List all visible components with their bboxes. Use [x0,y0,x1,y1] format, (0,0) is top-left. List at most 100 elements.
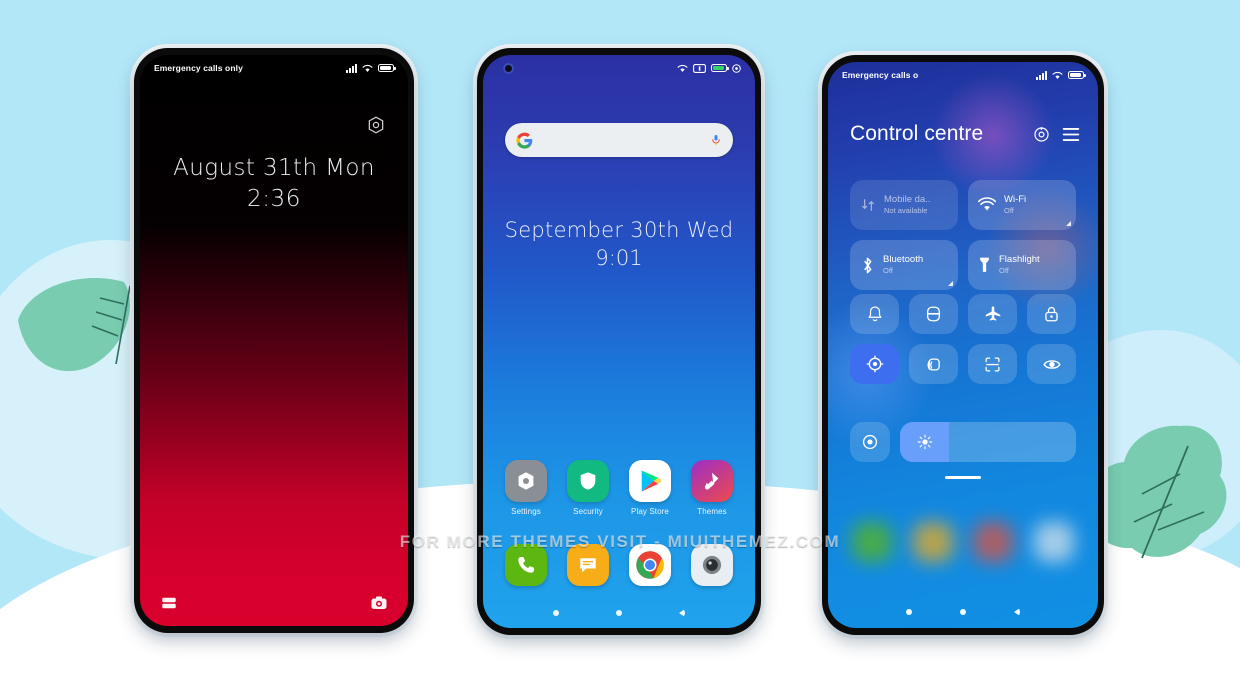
app-themes[interactable]: Themes [686,460,738,516]
sim-icon [693,63,706,73]
brightness-fill [900,422,950,462]
shield-icon [567,460,609,502]
app-label: Themes [697,507,727,516]
lockscreen-time: 2:36 [246,186,302,212]
tile-screen-record[interactable] [850,422,890,462]
tile-label: Flashlight [999,254,1040,266]
phone-control-centre[interactable]: Emergency calls o Control centre Mobile … [822,55,1104,635]
battery-icon [711,64,729,72]
control-centre-display[interactable]: Emergency calls o Control centre Mobile … [828,62,1098,628]
tile-bluetooth[interactable]: Bluetooth Off [850,240,958,290]
tile-airplane-mode[interactable] [968,294,1017,334]
chrome-icon[interactable] [629,544,671,586]
tile-battery-saver[interactable] [909,294,958,334]
app-play-store[interactable]: Play Store [624,460,676,516]
homescreen-status-bar [483,55,755,81]
camera-icon[interactable] [370,594,388,612]
app-grid-row: Settings Security Play Store Themes [483,460,755,516]
phone-homescreen[interactable]: September 30th Wed 9:01 Settings Securit… [477,48,761,635]
nav-back-icon[interactable] [679,609,685,617]
homescreen-clock: September 30th Wed 9:01 [483,218,755,270]
page-indicator [483,609,755,617]
nav-back-icon[interactable] [1014,608,1020,616]
leaf-icon-left [18,278,131,372]
themes-icon [691,460,733,502]
tile-label: Wi-Fi [1004,194,1027,206]
page-title: Control centre [850,122,984,145]
screen-record-icon [862,434,878,450]
tile-expand-icon[interactable] [948,281,953,286]
secondary-toggle-grid [850,294,1076,384]
settings-hex-icon[interactable] [366,115,386,135]
page-dot[interactable] [616,610,622,616]
settings-icon[interactable] [1033,126,1050,143]
bluetooth-icon [864,257,872,273]
tile-state: Not available [884,206,928,216]
mobile-data-icon [862,199,874,211]
tile-label: Mobile da.. [884,194,931,206]
homescreen-time: 9:01 [595,246,643,270]
carrier-label: Emergency calls o [842,70,919,80]
tile-silent[interactable] [850,294,899,334]
lockscreen-clock: August 31th Mon 2:36 [140,155,408,212]
nav-indicator [828,608,1098,616]
brightness-icon [917,434,932,450]
phone-lockscreen[interactable]: Emergency calls only August 31th Mon 2:3… [134,48,414,633]
phone-icon[interactable] [505,544,547,586]
tile-flashlight[interactable]: Flashlight Off [968,240,1076,290]
tile-location[interactable] [850,344,899,384]
eye-icon [1042,359,1061,369]
brightness-slider[interactable] [900,422,1076,462]
leaf-icon-right [1092,425,1227,559]
app-settings[interactable]: Settings [500,460,552,516]
quick-toggle-tiles: Mobile da.. Not available Wi-Fi Off Blue… [850,180,1076,290]
signal-icon [346,63,357,73]
lockscreen-status-bar: Emergency calls only [140,55,408,81]
google-g-icon [516,132,533,149]
page-dot[interactable] [960,609,966,615]
tile-expand-icon[interactable] [1066,221,1071,226]
tile-state: Off [999,266,1009,276]
tile-reading-mode[interactable] [1027,344,1076,384]
status-icons [346,63,396,73]
tile-wifi[interactable]: Wi-Fi Off [968,180,1076,230]
status-icons [1036,70,1086,80]
wallet-icon[interactable] [160,594,178,612]
homescreen-display[interactable]: September 30th Wed 9:01 Settings Securit… [483,55,755,628]
cast-icon [927,357,940,371]
tile-state: Off [1004,206,1014,216]
wifi-icon [978,197,996,211]
homescreen-date: September 30th Wed [504,218,734,242]
drag-handle[interactable] [945,476,981,479]
wifi-icon [362,64,373,72]
lockscreen-display[interactable]: Emergency calls only August 31th Mon 2:3… [140,55,408,626]
signal-icon [1036,70,1047,80]
microphone-icon[interactable] [710,132,722,148]
lock-icon [1045,306,1058,322]
battery-saver-icon [926,306,941,322]
wifi-icon [1052,71,1063,79]
brightness-row [850,422,1076,462]
tile-mobile-data[interactable]: Mobile da.. Not available [850,180,958,230]
page-dot[interactable] [906,609,912,615]
messages-icon[interactable] [567,544,609,586]
camera-icon[interactable] [691,544,733,586]
lockscreen-wallpaper [140,55,408,626]
tile-scan[interactable] [968,344,1017,384]
lockscreen-date: August 31th Mon [173,155,375,181]
menu-icon[interactable] [1062,127,1080,142]
tile-label: Bluetooth [883,254,924,266]
control-centre-status-bar: Emergency calls o [828,62,1098,88]
tile-screen-lock[interactable] [1027,294,1076,334]
battery-icon [1068,71,1086,79]
app-label: Play Store [631,507,669,516]
carrier-label: Emergency calls only [154,63,243,73]
tile-cast[interactable] [909,344,958,384]
dock-row [483,544,755,586]
app-label: Settings [511,507,541,516]
dnd-icon [732,63,741,73]
app-security[interactable]: Security [562,460,614,516]
google-search-bar[interactable] [505,123,733,157]
page-dot[interactable] [553,610,559,616]
flashlight-icon [980,257,989,272]
